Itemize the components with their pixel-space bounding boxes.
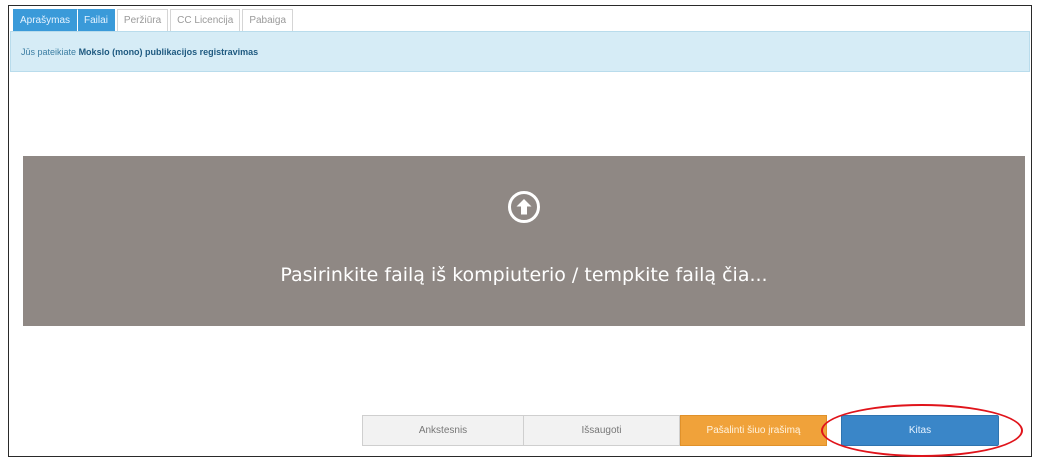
tab-pabaiga[interactable]: Pabaiga: [242, 9, 294, 31]
tab-cc-licencija[interactable]: CC Licencija: [170, 9, 241, 31]
upload-arrow-icon: [508, 191, 540, 223]
tab-failai[interactable]: Failai: [77, 9, 115, 31]
step-tabs: Aprašymas Failai Peržiūra CC Licencija P…: [13, 9, 295, 31]
file-dropzone[interactable]: Pasirinkite failą iš kompiuterio / tempk…: [23, 156, 1025, 326]
previous-button[interactable]: Ankstesnis: [362, 415, 524, 446]
remove-submission-button[interactable]: Pašalinti šiuo įrašimą: [680, 415, 827, 446]
tab-perziura[interactable]: Peržiūra: [116, 9, 169, 31]
info-publication-type: Mokslo (mono) publikacijos registravimas: [78, 47, 259, 57]
next-button[interactable]: Kitas: [841, 415, 999, 446]
tab-aprasymas[interactable]: Aprašymas: [13, 9, 78, 31]
dropzone-instructions: Pasirinkite failą iš kompiuterio / tempk…: [280, 264, 768, 286]
info-prefix: Jūs pateikiate: [21, 47, 77, 57]
save-button[interactable]: Išsaugoti: [524, 415, 680, 446]
submission-info-bar: Jūs pateikiate Mokslo (mono) publikacijo…: [10, 31, 1030, 72]
page-frame: Aprašymas Failai Peržiūra CC Licencija P…: [8, 5, 1032, 457]
